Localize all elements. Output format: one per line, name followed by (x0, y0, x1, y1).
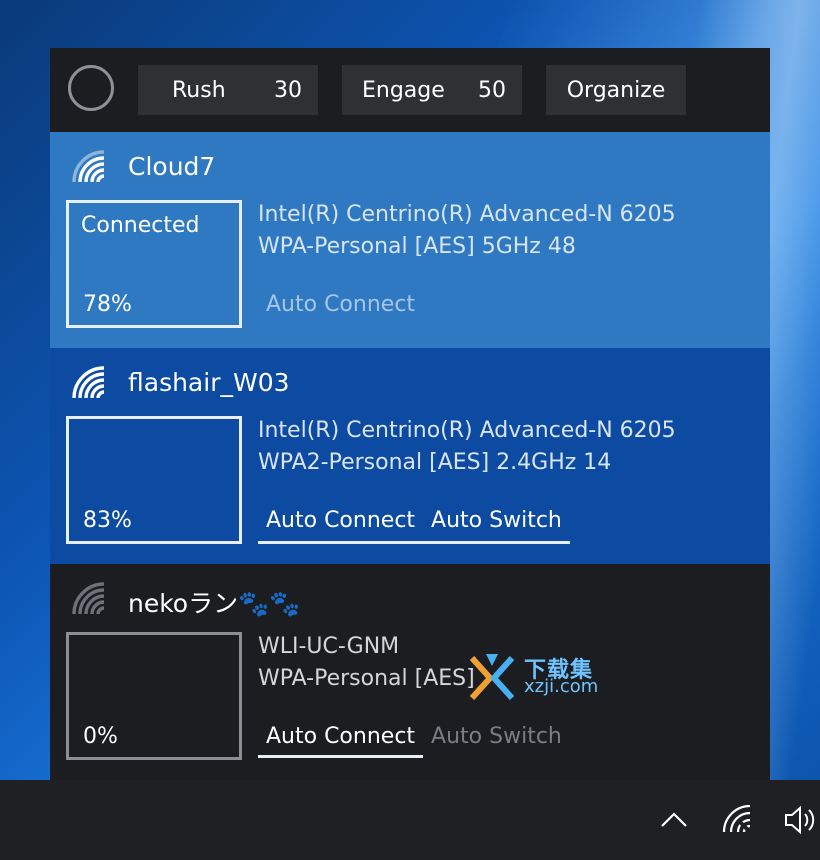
adapter-name: Intel(R) Centrino(R) Advanced-N 6205 (258, 418, 676, 443)
network-item-flashair-w03[interactable]: flashair_W03 83% Intel(R) Centrino(R) Ad… (50, 348, 770, 564)
wifi-manager-panel: Rush 30 Engage 50 Organize Cloud7 Connec… (50, 48, 770, 780)
network-icon[interactable] (720, 802, 756, 838)
engage-button[interactable]: Engage 50 (342, 65, 522, 115)
rush-value: 30 (274, 77, 302, 103)
network-options: Auto Connect (258, 288, 423, 328)
auto-connect-toggle[interactable]: Auto Connect (258, 504, 423, 542)
taskbar (0, 780, 820, 860)
engage-value: 50 (478, 77, 506, 103)
signal-percent: 78% (83, 292, 132, 317)
wifi-signal-icon (72, 366, 105, 399)
wifi-signal-icon (72, 150, 105, 183)
signal-percent: 83% (83, 508, 132, 533)
network-options: Auto Connect Auto Switch (258, 720, 570, 760)
signal-strength-box: 83% (66, 416, 242, 544)
rush-button[interactable]: Rush 30 (138, 65, 318, 115)
adapter-name: WLI-UC-GNM (258, 634, 400, 659)
refresh-circle-button[interactable] (68, 65, 114, 111)
rush-label: Rush (172, 77, 226, 103)
network-ssid: Cloud7 (128, 152, 216, 181)
security-info: WPA-Personal [AES] 5GHz 48 (258, 234, 576, 259)
adapter-name: Intel(R) Centrino(R) Advanced-N 6205 (258, 202, 676, 227)
signal-percent: 0% (83, 724, 118, 749)
security-info: WPA2-Personal [AES] 2.4GHz 14 (258, 450, 612, 475)
network-options: Auto Connect Auto Switch (258, 504, 570, 544)
signal-strength-box: Connected 78% (66, 200, 242, 328)
network-ssid: flashair_W03 (128, 368, 290, 397)
network-item-neko[interactable]: nekoラン🐾🐾 0% WLI-UC-GNM WPA-Personal [AES… (50, 564, 770, 780)
chevron-up-icon[interactable] (656, 802, 692, 838)
organize-button[interactable]: Organize (546, 65, 686, 115)
toolbar: Rush 30 Engage 50 Organize (50, 48, 770, 132)
signal-strength-box: 0% (66, 632, 242, 760)
network-ssid: nekoラン🐾🐾 (128, 589, 301, 618)
auto-connect-toggle[interactable]: Auto Connect (258, 720, 424, 758)
security-info: WPA-Personal [AES] (258, 666, 475, 691)
engage-label: Engage (362, 77, 445, 103)
volume-icon[interactable] (780, 802, 816, 838)
organize-label: Organize (566, 77, 666, 103)
network-item-cloud7[interactable]: Cloud7 Connected 78% Intel(R) Centrino(R… (50, 132, 770, 348)
auto-connect-toggle[interactable]: Auto Connect (258, 288, 423, 326)
auto-switch-toggle[interactable]: Auto Switch (423, 504, 570, 542)
connection-state: Connected (81, 213, 200, 238)
wifi-signal-icon (72, 582, 105, 615)
auto-switch-toggle[interactable]: Auto Switch (423, 720, 570, 758)
